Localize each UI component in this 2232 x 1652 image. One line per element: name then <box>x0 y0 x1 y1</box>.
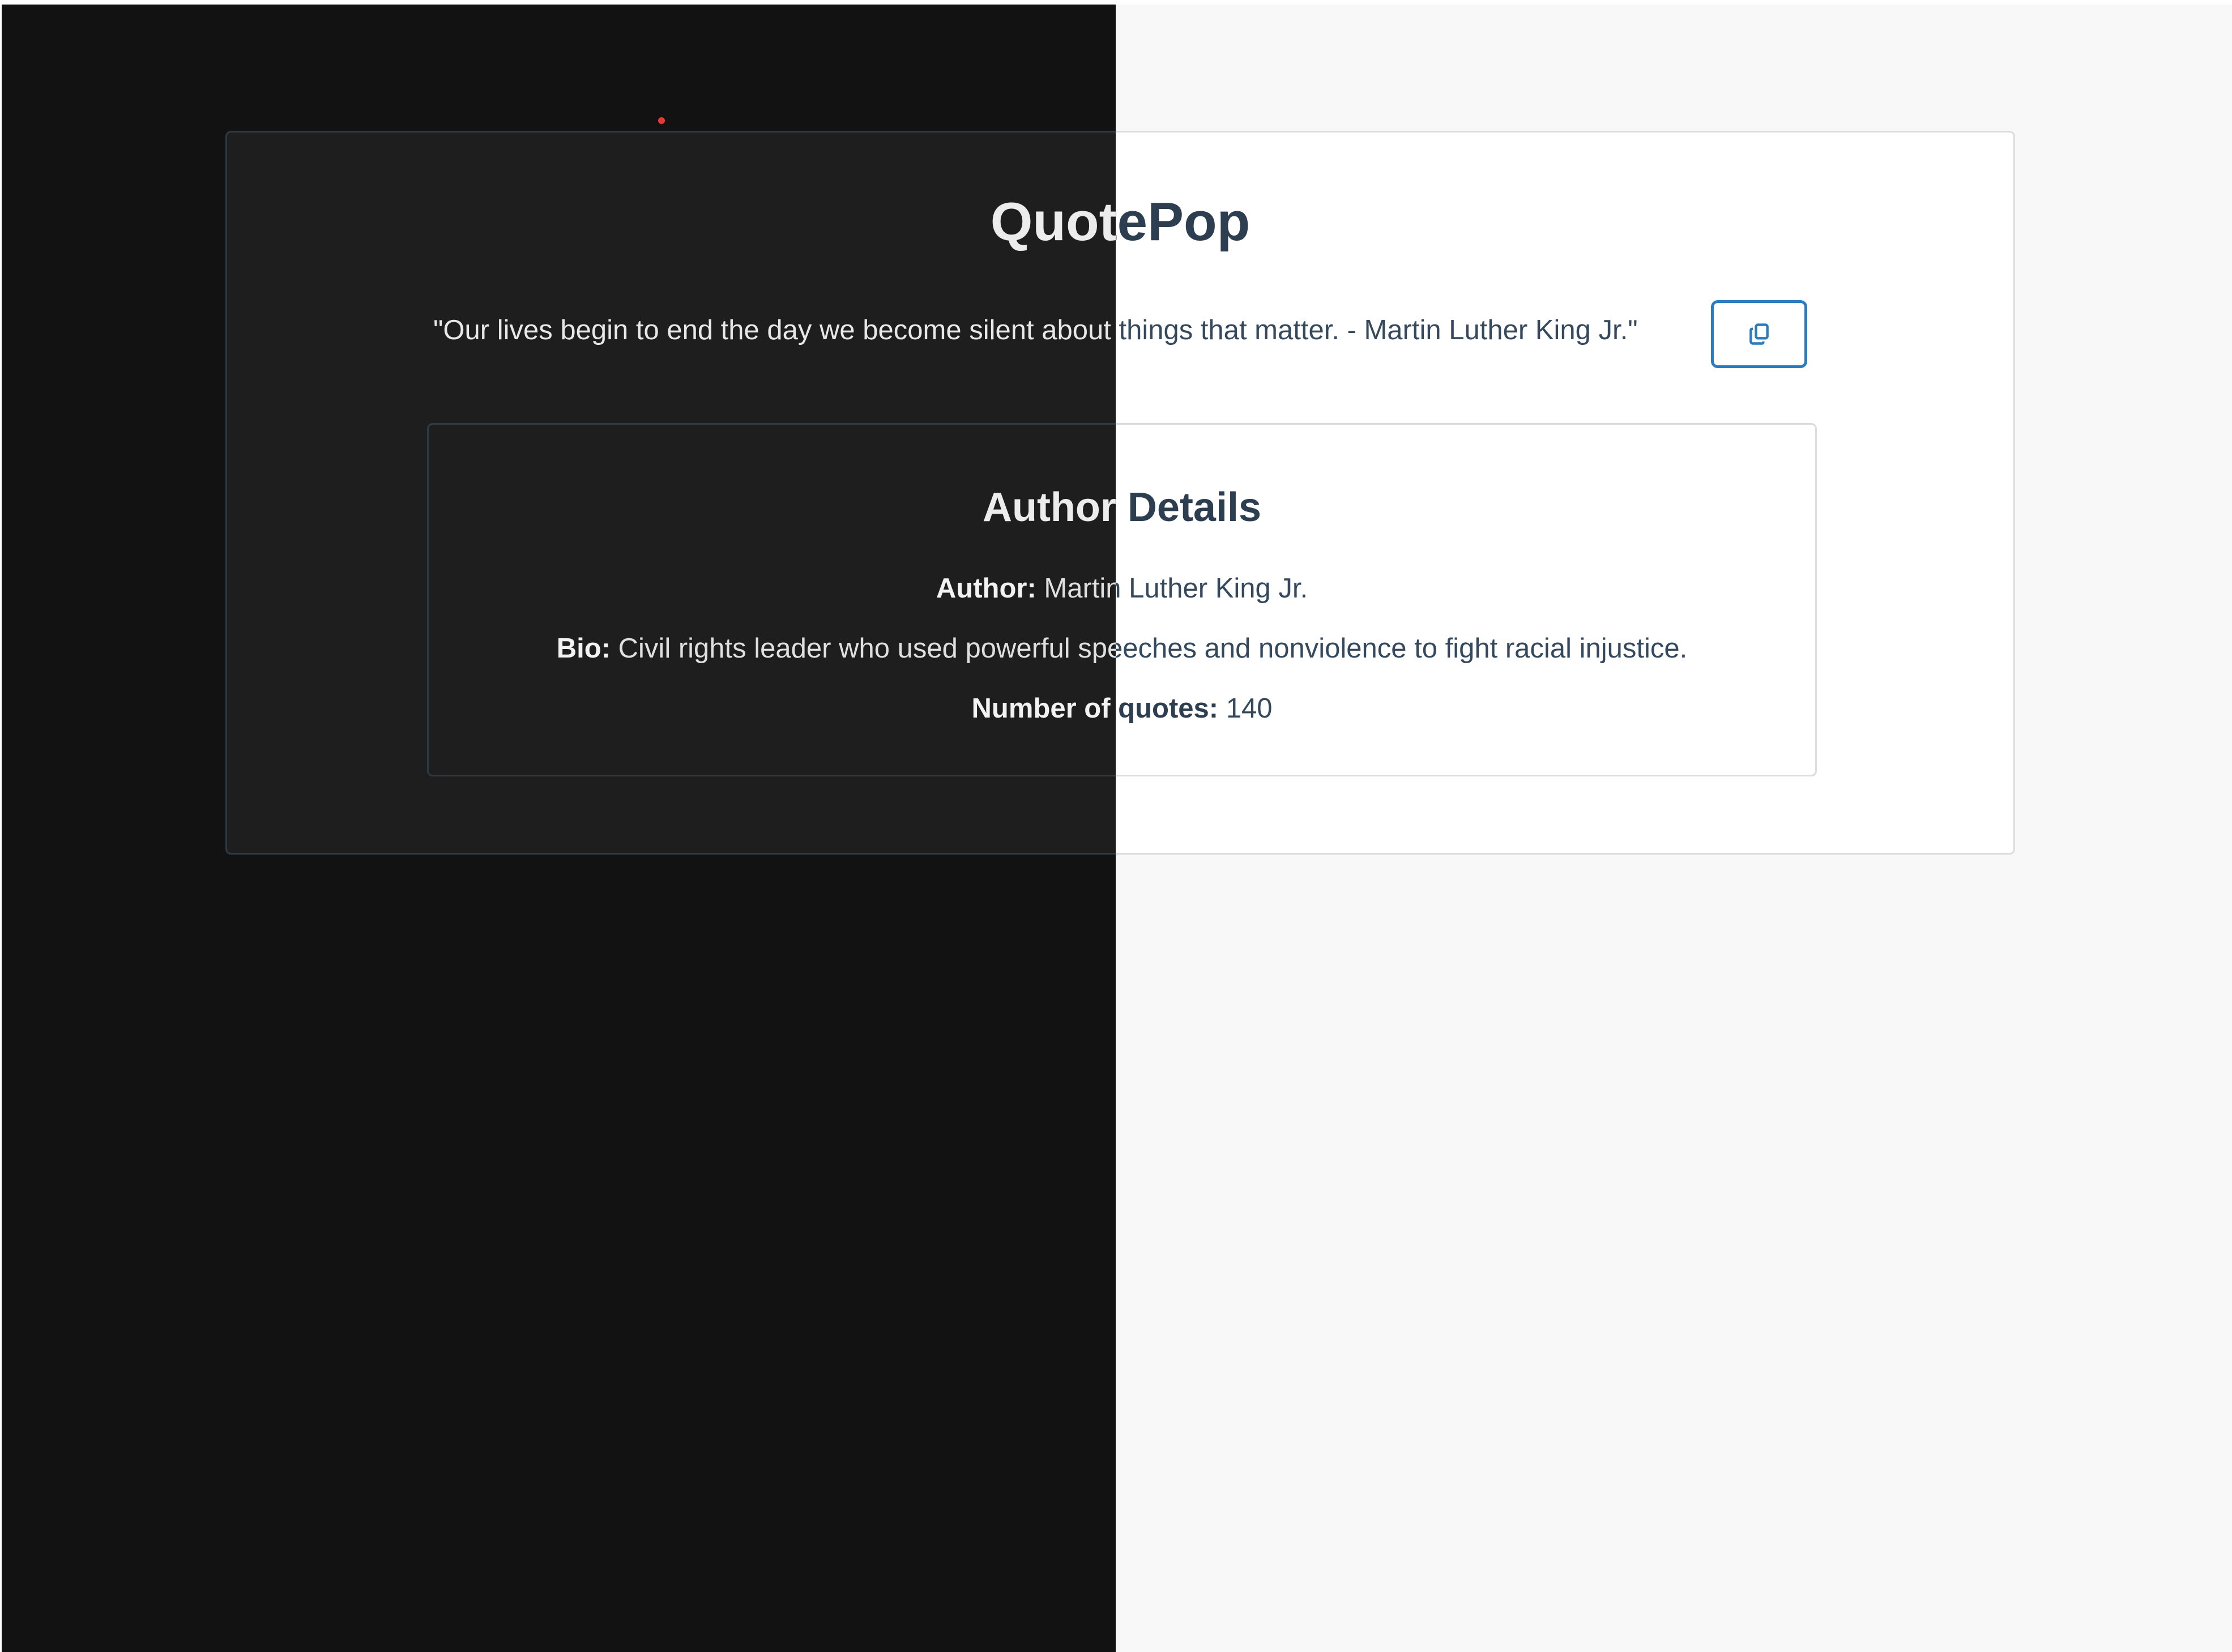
author-label-dark: Author: <box>936 573 1036 604</box>
copy-icon <box>1749 323 1769 345</box>
copy-quote-button[interactable] <box>1711 300 1807 368</box>
bio-label-dark: Bio: <box>556 633 611 664</box>
cursor-marker <box>658 117 665 124</box>
theme-comparison-stage: QuotePop "Our lives begin to end the day… <box>0 0 2232 1652</box>
left-edge-line <box>0 0 2 1652</box>
quote-count-value: 140 <box>1226 693 1273 724</box>
